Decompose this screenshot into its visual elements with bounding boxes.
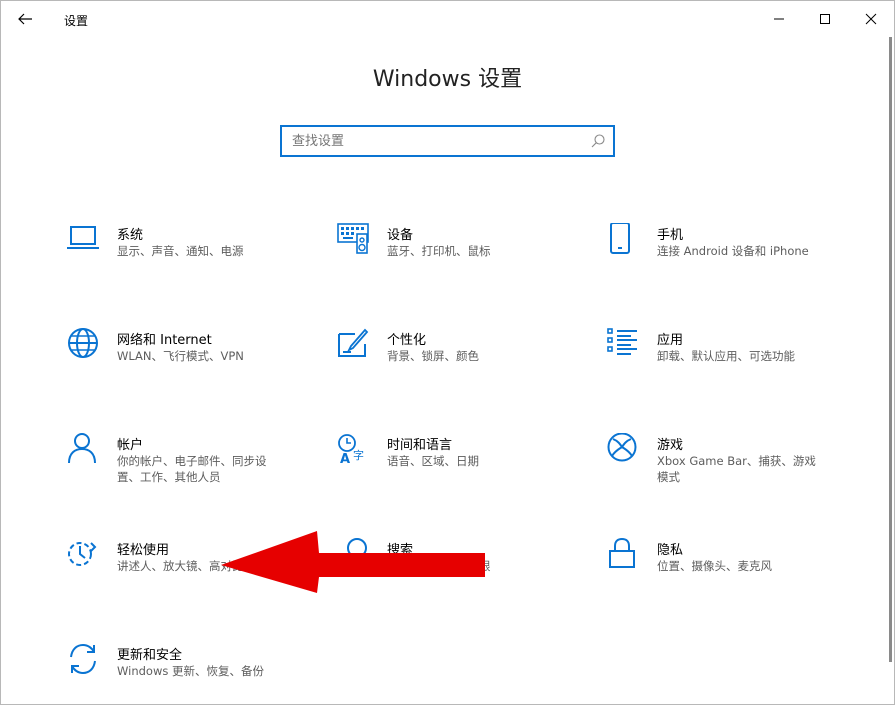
tile-accounts[interactable]: 帐户 你的帐户、电子邮件、同步设置、工作、其他人员: [67, 433, 317, 503]
maximize-icon: [820, 14, 830, 24]
paint-icon: [338, 328, 369, 357]
ease-of-access-icon: [68, 542, 97, 566]
tile-desc: 语音、区域、日期: [387, 454, 479, 468]
svg-text:A: A: [340, 452, 350, 467]
tile-desc: 背景、锁屏、颜色: [387, 349, 479, 363]
tile-title: 设备: [387, 228, 414, 243]
sync-icon: [70, 643, 96, 675]
maximize-button[interactable]: [802, 1, 848, 37]
keyboard-device-icon: [337, 223, 369, 254]
laptop-icon: [67, 226, 99, 249]
search-box[interactable]: [280, 125, 615, 157]
xbox-icon: [607, 433, 637, 462]
tile-title: 网络和 Internet: [117, 333, 212, 348]
tile-title: 更新和安全: [117, 648, 183, 663]
tile-title: 帐户: [117, 438, 144, 453]
back-arrow-icon: [18, 13, 32, 25]
minimize-button[interactable]: [756, 1, 802, 37]
phone-icon: [610, 223, 630, 254]
svg-text:字: 字: [353, 448, 364, 462]
page-title: Windows 设置: [372, 67, 523, 92]
tile-gaming[interactable]: 游戏 Xbox Game Bar、捕获、游戏模式: [607, 433, 857, 503]
tile-desc: 连接 Android 设备和 iPhone: [657, 244, 809, 258]
time-language-icon: A 字: [338, 434, 364, 467]
app-title: 设置: [64, 14, 89, 28]
close-button[interactable]: [848, 1, 894, 37]
app-list-icon: [607, 328, 637, 355]
settings-window: 设置 Windows 设置 系统: [0, 0, 895, 705]
tile-title: 游戏: [657, 438, 684, 453]
tile-desc: Xbox Game Bar、捕获、游戏模式: [657, 454, 816, 484]
tile-title: 隐私: [657, 543, 684, 558]
tile-personalization[interactable]: 个性化 背景、锁屏、颜色: [337, 328, 587, 398]
tile-title: 轻松使用: [117, 543, 170, 558]
tile-privacy[interactable]: 隐私 位置、摄像头、麦克风: [607, 538, 857, 608]
tile-desc: WLAN、飞行模式、VPN: [117, 349, 244, 363]
globe-icon: [68, 328, 98, 358]
tile-update-security[interactable]: 更新和安全 Windows 更新、恢复、备份: [67, 643, 317, 704]
scrollbar[interactable]: [889, 37, 892, 662]
tile-desc: Windows 更新、恢复、备份: [117, 664, 264, 678]
person-icon: [68, 433, 96, 464]
tile-desc: 位置、摄像头、麦克风: [657, 559, 772, 573]
tile-time-language[interactable]: A 字 时间和语言 语音、区域、日期: [337, 433, 587, 503]
tile-title: 时间和语言: [387, 438, 453, 453]
annotation-arrow: [221, 531, 485, 593]
search-input[interactable]: [282, 127, 592, 155]
search-magnifier-icon[interactable]: [590, 133, 606, 149]
minimize-icon: [774, 18, 784, 20]
tile-desc: 你的帐户、电子邮件、同步设置、工作、其他人员: [117, 454, 267, 484]
tile-desc: 蓝牙、打印机、鼠标: [387, 244, 491, 258]
tile-title: 手机: [657, 228, 684, 243]
tile-desc: 卸载、默认应用、可选功能: [657, 349, 795, 363]
tile-phone[interactable]: 手机 连接 Android 设备和 iPhone: [607, 223, 857, 293]
tile-title: 个性化: [387, 333, 427, 348]
lock-icon: [609, 538, 635, 568]
tile-title: 应用: [657, 333, 684, 348]
tile-network[interactable]: 网络和 Internet WLAN、飞行模式、VPN: [67, 328, 317, 398]
close-icon: [865, 13, 877, 25]
tile-desc: 显示、声音、通知、电源: [117, 244, 244, 258]
tile-apps[interactable]: 应用 卸载、默认应用、可选功能: [607, 328, 857, 398]
tile-devices[interactable]: 设备 蓝牙、打印机、鼠标: [337, 223, 587, 293]
tile-system[interactable]: 系统 显示、声音、通知、电源: [67, 223, 317, 293]
back-button[interactable]: [9, 4, 41, 34]
titlebar: 设置: [1, 1, 894, 37]
tile-title: 系统: [117, 228, 144, 243]
